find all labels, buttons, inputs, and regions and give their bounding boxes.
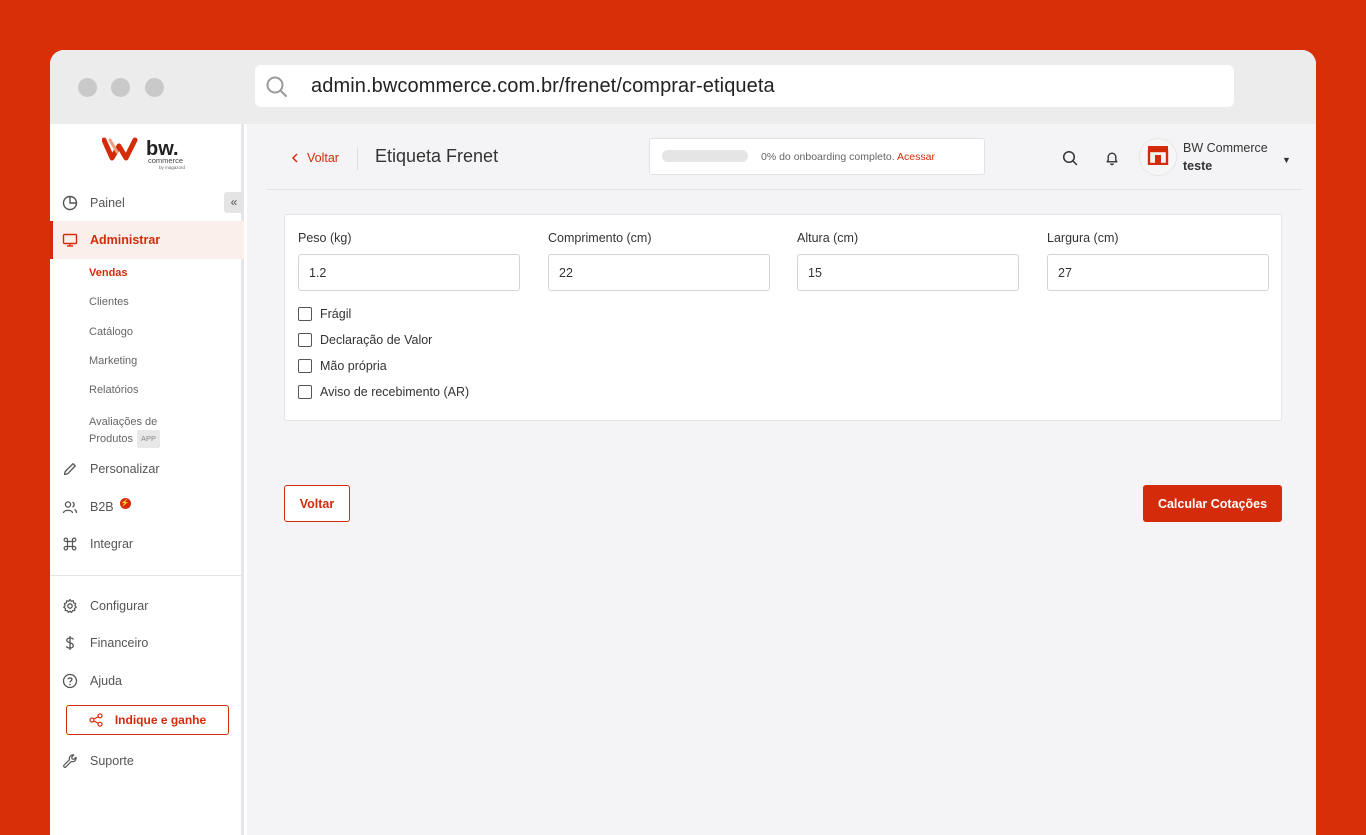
declared-value-option[interactable]: Declaração de Valor [298, 333, 432, 347]
sidebar: bw. commerce by magazord « Painel Admini… [50, 124, 244, 835]
sidebar-item-label: Integrar [90, 537, 134, 551]
sidebar-item-suporte[interactable]: Suporte [50, 742, 244, 780]
sidebar-item-label: Administrar [90, 233, 161, 247]
users-icon [62, 499, 78, 515]
onboarding-progress-card: 0% do onboarding completo. Acessar [649, 138, 985, 175]
svg-text:by magazord: by magazord [159, 165, 186, 170]
own-hand-option[interactable]: Mão própria [298, 359, 387, 373]
sidebar-subitem-vendas[interactable]: Vendas [89, 267, 128, 279]
browser-chrome: admin.bwcommerce.com.br/frenet/comprar-e… [50, 50, 1316, 124]
sidebar-item-configurar[interactable]: Configurar [50, 587, 244, 625]
receipt-notice-label: Aviso de recebimento (AR) [320, 385, 470, 399]
bw-commerce-logo[interactable]: bw. commerce by magazord [101, 136, 198, 177]
page-title: Etiqueta Frenet [375, 146, 499, 166]
sidebar-item-administrar[interactable]: Administrar [50, 221, 244, 259]
window-close-dot[interactable] [78, 78, 97, 97]
dollar-icon [62, 635, 78, 651]
sidebar-subitem-avaliacoes[interactable]: Avaliações de Produtos APP [89, 414, 161, 448]
sidebar-divider [50, 575, 244, 576]
app-badge: APP [137, 430, 161, 448]
sidebar-item-painel[interactable]: Painel [50, 184, 244, 222]
main-content: Voltar Etiqueta Frenet 0% do onboarding … [247, 124, 1316, 835]
refer-button-label: Indique e ganhe [114, 713, 207, 727]
svg-text:commerce: commerce [148, 156, 183, 165]
receipt-notice-checkbox[interactable] [298, 385, 312, 399]
user-name[interactable]: BW Commerce [1183, 141, 1268, 155]
refer-and-earn-button[interactable]: Indique e ganhe [66, 705, 229, 735]
window-maximize-dot[interactable] [145, 78, 164, 97]
back-link-label: Voltar [307, 151, 339, 165]
width-input[interactable] [1047, 254, 1269, 291]
receipt-notice-option[interactable]: Aviso de recebimento (AR) [298, 385, 469, 399]
sidebar-item-integrar[interactable]: Integrar [50, 525, 244, 563]
sidebar-item-label: Personalizar [90, 462, 160, 476]
fragile-label: Frágil [320, 307, 352, 321]
help-circle-icon [62, 673, 78, 689]
sidebar-item-label: Suporte [90, 754, 134, 768]
weight-label: Peso (kg) [298, 231, 352, 245]
fragile-checkbox[interactable] [298, 307, 312, 321]
store-avatar[interactable] [1139, 138, 1177, 176]
sidebar-item-financeiro[interactable]: Financeiro [50, 624, 244, 662]
length-input[interactable] [548, 254, 770, 291]
onboarding-text: 0% do onboarding completo. Acessar [761, 151, 935, 163]
monitor-icon [62, 232, 78, 248]
declared-value-checkbox[interactable] [298, 333, 312, 347]
sidebar-item-personalizar[interactable]: Personalizar [50, 450, 244, 488]
back-link[interactable]: Voltar [291, 151, 339, 165]
package-form-card: Peso (kg) Comprimento (cm) Altura (cm) L… [284, 214, 1282, 421]
user-store[interactable]: teste [1183, 159, 1212, 173]
own-hand-checkbox[interactable] [298, 359, 312, 373]
declared-value-label: Declaração de Valor [320, 333, 433, 347]
window-minimize-dot[interactable] [111, 78, 130, 97]
header-divider [267, 189, 1302, 190]
search-icon[interactable] [1062, 150, 1078, 166]
sidebar-item-label: Ajuda [90, 674, 122, 688]
sidebar-item-label: Configurar [90, 599, 149, 613]
header-separator [357, 148, 358, 170]
wrench-icon [62, 753, 78, 769]
sidebar-item-label: B2B [90, 500, 114, 514]
sidebar-subitem-relatorios[interactable]: Relatórios [89, 384, 139, 396]
fragile-option[interactable]: Frágil [298, 307, 351, 321]
back-button[interactable]: Voltar [284, 485, 350, 522]
onboarding-access-link[interactable]: Acessar [897, 151, 935, 163]
search-icon [265, 75, 289, 104]
gear-icon [62, 598, 78, 614]
weight-input[interactable] [298, 254, 520, 291]
length-label: Comprimento (cm) [548, 231, 652, 245]
url-text: admin.bwcommerce.com.br/frenet/comprar-e… [311, 75, 775, 97]
sidebar-subitem-clientes[interactable]: Clientes [89, 296, 129, 308]
sidebar-item-ajuda[interactable]: Ajuda [50, 662, 244, 700]
own-hand-label: Mão própria [320, 359, 387, 373]
onboarding-progress-bar [662, 150, 748, 162]
command-icon [62, 536, 78, 552]
sidebar-subitem-catalogo[interactable]: Catálogo [89, 326, 133, 338]
address-bar[interactable]: admin.bwcommerce.com.br/frenet/comprar-e… [255, 65, 1234, 107]
lightning-badge-icon: ⚡ [119, 497, 131, 509]
sidebar-item-label: Financeiro [90, 636, 149, 650]
browser-window: admin.bwcommerce.com.br/frenet/comprar-e… [50, 50, 1316, 835]
pencil-icon [62, 461, 78, 477]
share-icon [89, 713, 103, 727]
width-label: Largura (cm) [1047, 231, 1119, 245]
chevron-left-icon [291, 153, 299, 163]
sidebar-item-label: Painel [90, 196, 125, 210]
height-input[interactable] [797, 254, 1019, 291]
sidebar-item-b2b[interactable]: B2B ⚡ [50, 488, 244, 526]
sidebar-subitem-marketing[interactable]: Marketing [89, 355, 137, 367]
height-label: Altura (cm) [797, 231, 859, 245]
chevron-down-icon[interactable]: ▼ [1282, 155, 1291, 165]
sidebar-subitem-label: Avaliações de [89, 416, 158, 428]
sidebar-subitem-label: Produtos [89, 432, 134, 445]
bell-icon[interactable] [1104, 150, 1120, 166]
store-icon [1147, 145, 1169, 170]
pie-chart-icon [62, 195, 78, 211]
calculate-quotes-button[interactable]: Calcular Cotações [1143, 485, 1282, 522]
